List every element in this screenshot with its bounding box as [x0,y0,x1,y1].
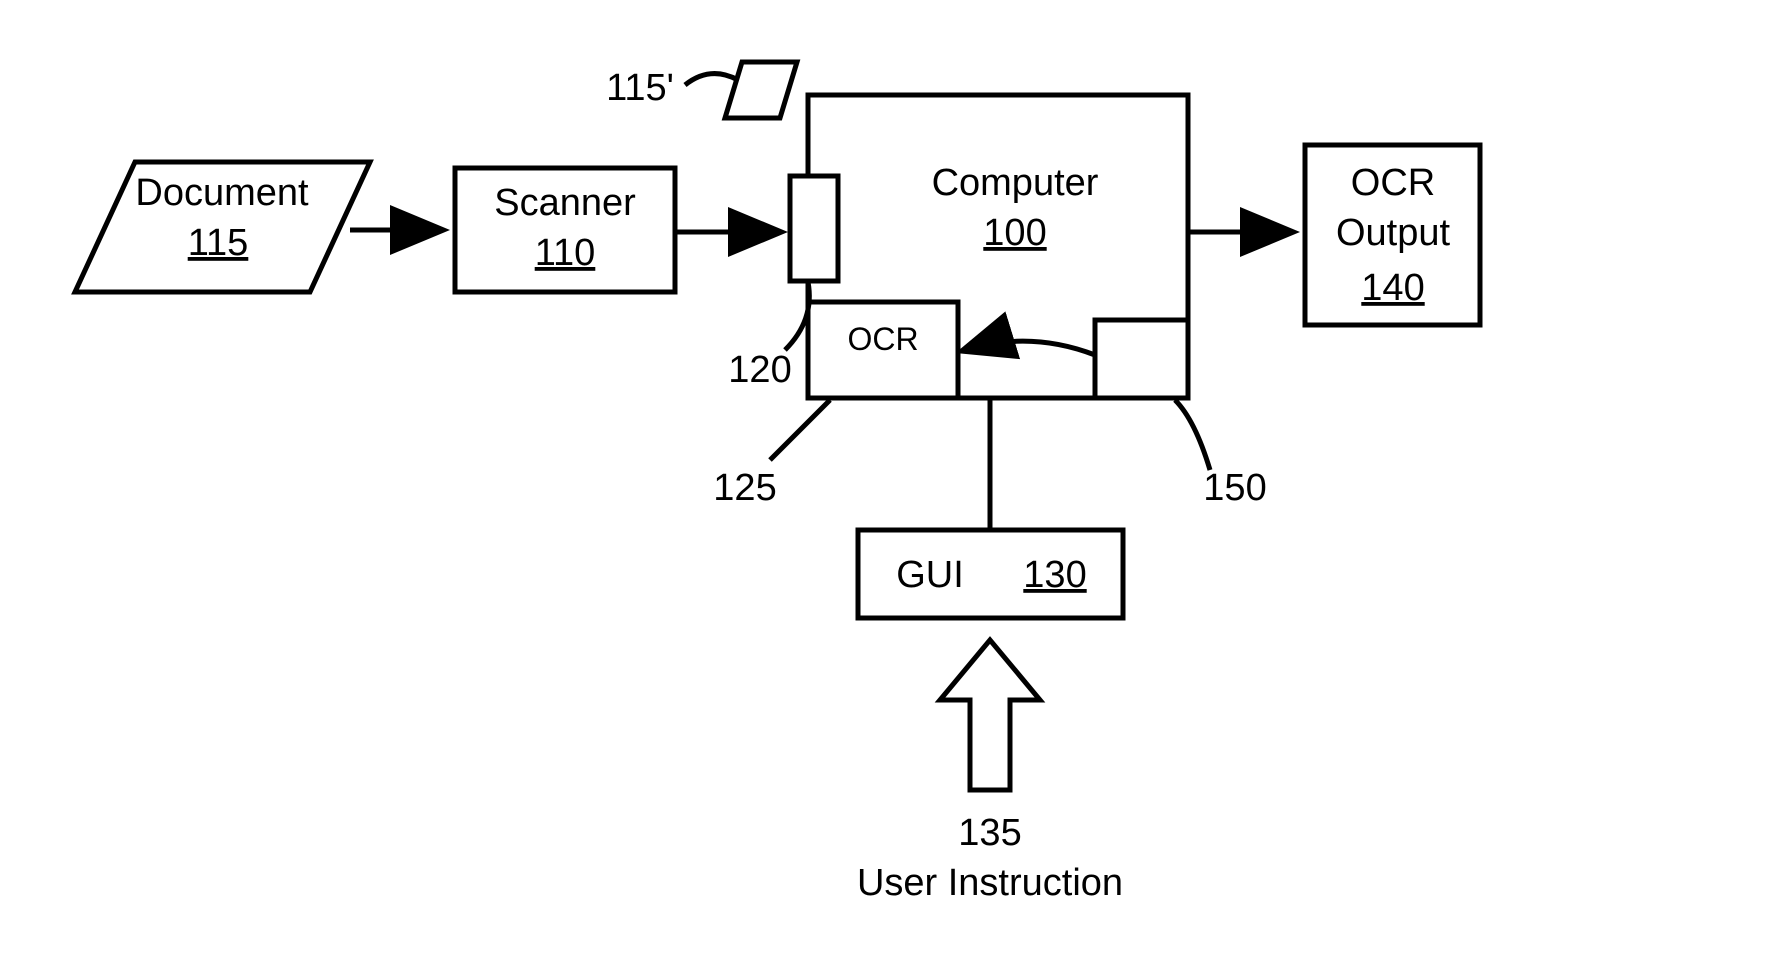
output-label1: OCR [1351,162,1435,204]
scanner-label: Scanner [494,182,636,224]
document-ref: 115 [188,222,249,264]
scanner-ref: 110 [535,232,596,274]
input-port-block [790,176,838,281]
image-alt-block [725,62,797,118]
image-alt-ref: 115' [606,67,674,109]
output-ref: 140 [1361,267,1424,309]
document-label: Document [135,172,309,214]
leader-150 [1175,400,1210,470]
gui-ref: 130 [1023,554,1086,596]
ocr-ref: 125 [713,467,776,509]
arrow-150-ocr [965,341,1095,355]
block-arrow-user-instruction [940,640,1040,790]
input-port-ref: 120 [728,349,791,391]
gui-label: GUI [896,554,964,596]
sub-block [1095,320,1188,398]
leader-115prime [685,74,738,85]
user-instruction-label: User Instruction [857,862,1123,904]
ocr-label: OCR [847,321,918,357]
computer-ref: 100 [983,212,1046,254]
user-instruction-ref: 135 [958,812,1021,854]
leader-125 [770,400,830,460]
computer-label: Computer [932,162,1099,204]
sub-block-ref: 150 [1203,467,1266,509]
output-label2: Output [1336,212,1451,254]
